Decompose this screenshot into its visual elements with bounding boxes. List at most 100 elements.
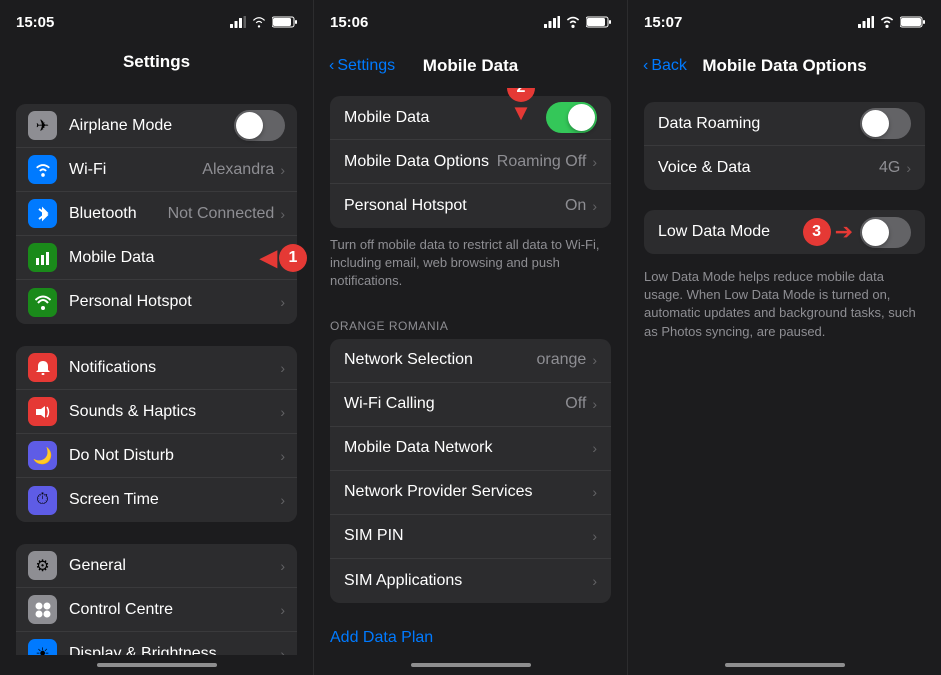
displaybrightness-item[interactable]: ☀ Display & Brightness › xyxy=(16,632,297,655)
mobile-data-label: Mobile Data xyxy=(69,249,240,267)
controlcentre-chevron: › xyxy=(280,602,285,618)
personal-hotspot-2-item[interactable]: Personal Hotspot On › xyxy=(330,184,611,228)
general-item[interactable]: ⚙ General › xyxy=(16,544,297,588)
panel3: 15:07 ‹ Back Mobile Da xyxy=(628,0,941,675)
notifications-icon xyxy=(28,353,57,382)
voice-data-chevron: › xyxy=(906,160,911,176)
controlcentre-item[interactable]: Control Centre › xyxy=(16,588,297,632)
arrow3-wrapper: 3 ➔ xyxy=(860,217,911,248)
notifications-group: Notifications › Sounds & Haptics › 🌙 Do … xyxy=(16,346,297,522)
status-icons-1 xyxy=(230,16,297,28)
wifi-icon-item xyxy=(28,155,57,184)
controlcentre-label: Control Centre xyxy=(69,601,280,619)
sim-pin-item[interactable]: SIM PIN › xyxy=(330,515,611,559)
screentime-icon: ⏱ xyxy=(28,486,57,515)
battery-icon-3 xyxy=(900,16,925,28)
screen-title-1: Settings xyxy=(0,44,313,82)
back-chevron-2: ‹ xyxy=(329,57,334,75)
bluetooth-icon xyxy=(28,199,57,228)
wifi-value: Alexandra xyxy=(202,161,274,179)
data-roaming-toggle[interactable] xyxy=(860,108,911,139)
mobile-data-item[interactable]: Mobile Data ◀ 1 › xyxy=(16,236,297,280)
airplane-mode-item[interactable]: ✈ Airplane Mode xyxy=(16,104,297,148)
bluetooth-label: Bluetooth xyxy=(69,205,168,223)
dnd-item[interactable]: 🌙 Do Not Disturb › xyxy=(16,434,297,478)
sim-applications-chevron: › xyxy=(592,573,597,589)
network-selection-item[interactable]: Network Selection orange › xyxy=(330,339,611,383)
wifi-calling-item[interactable]: Wi-Fi Calling Off › xyxy=(330,383,611,427)
low-data-mode-toggle[interactable] xyxy=(860,217,911,248)
time-2: 15:06 xyxy=(330,14,368,31)
time-3: 15:07 xyxy=(644,14,682,31)
bluetooth-item[interactable]: Bluetooth Not Connected › xyxy=(16,192,297,236)
notifications-label: Notifications xyxy=(69,359,280,377)
screentime-label: Screen Time xyxy=(69,491,280,509)
settings-list-1: ✈ Airplane Mode Wi-Fi Alexandra › Blueto… xyxy=(0,82,313,655)
panel2: 15:06 ‹ Settings Mobil xyxy=(314,0,628,675)
hotspot-icon xyxy=(28,288,57,317)
general-chevron: › xyxy=(280,558,285,574)
notifications-item[interactable]: Notifications › xyxy=(16,346,297,390)
home-indicator-1 xyxy=(0,655,313,675)
status-bar-1: 15:05 xyxy=(0,0,313,44)
network-provider-chevron: › xyxy=(592,484,597,500)
mobile-data-toggle[interactable] xyxy=(546,102,597,133)
low-data-group: Low Data Mode 3 ➔ xyxy=(644,210,925,254)
mobile-data-options-value: Roaming Off xyxy=(497,153,587,171)
airplane-toggle[interactable] xyxy=(234,110,285,141)
mobile-data-toggle-item[interactable]: Mobile Data 2 ▼ xyxy=(330,96,611,140)
mobile-data-options-chevron: › xyxy=(592,154,597,170)
panel3-scroll: Data Roaming Voice & Data 4G › Low Data … xyxy=(628,88,941,655)
wifi-icon-3 xyxy=(879,16,895,28)
wifi-label: Wi-Fi xyxy=(69,161,202,179)
back-button-3[interactable]: ‹ Back xyxy=(640,57,687,75)
screentime-chevron: › xyxy=(280,492,285,508)
mobile-data-options-item[interactable]: Mobile Data Options Roaming Off › xyxy=(330,140,611,184)
info-text-2: Turn off mobile data to restrict all dat… xyxy=(314,228,627,303)
arrow2-wrapper: 2 ▼ xyxy=(546,102,597,133)
bluetooth-chevron: › xyxy=(280,206,285,222)
signal-icon-2 xyxy=(544,16,560,28)
nav-title-3: Mobile Data Options xyxy=(702,56,866,76)
mobile-data-network-chevron: › xyxy=(592,440,597,456)
controlcentre-icon xyxy=(28,595,57,624)
data-roaming-item[interactable]: Data Roaming xyxy=(644,102,925,146)
p3-group1: Data Roaming Voice & Data 4G › xyxy=(644,102,925,190)
home-indicator-2 xyxy=(314,655,627,675)
signal-icon xyxy=(230,16,246,28)
battery-icon xyxy=(272,16,297,28)
low-data-mode-label: Low Data Mode xyxy=(658,223,860,241)
sounds-label: Sounds & Haptics xyxy=(69,403,280,421)
personal-hotspot-2-label: Personal Hotspot xyxy=(344,197,565,215)
general-icon: ⚙ xyxy=(28,551,57,580)
dnd-icon: 🌙 xyxy=(28,441,57,470)
status-icons-3 xyxy=(858,16,925,28)
add-data-plan[interactable]: Add Data Plan xyxy=(314,617,627,655)
back-button-2[interactable]: ‹ Settings xyxy=(326,57,395,75)
network-selection-label: Network Selection xyxy=(344,351,537,369)
voice-data-item[interactable]: Voice & Data 4G › xyxy=(644,146,925,190)
wifi-item[interactable]: Wi-Fi Alexandra › xyxy=(16,148,297,192)
mobile-data-network-item[interactable]: Mobile Data Network › xyxy=(330,427,611,471)
voice-data-value: 4G xyxy=(879,159,900,177)
home-indicator-3 xyxy=(628,655,941,675)
display-icon: ☀ xyxy=(28,639,57,655)
screentime-item[interactable]: ⏱ Screen Time › xyxy=(16,478,297,522)
network-provider-item[interactable]: Network Provider Services › xyxy=(330,471,611,515)
low-data-mode-item[interactable]: Low Data Mode 3 ➔ xyxy=(644,210,925,254)
sim-applications-item[interactable]: SIM Applications › xyxy=(330,559,611,603)
notifications-chevron: › xyxy=(280,360,285,376)
status-bar-3: 15:07 xyxy=(628,0,941,44)
time-1: 15:05 xyxy=(16,14,54,31)
sim-applications-label: SIM Applications xyxy=(344,572,592,590)
battery-icon-2 xyxy=(586,16,611,28)
general-group: ⚙ General › Control Centre › ☀ Display &… xyxy=(16,544,297,655)
section-label-orange: ORANGE ROMANIA xyxy=(314,303,627,339)
voice-data-label: Voice & Data xyxy=(658,159,879,177)
main-group-2: Mobile Data 2 ▼ Mobile Data Options Roam… xyxy=(330,96,611,228)
sounds-item[interactable]: Sounds & Haptics › xyxy=(16,390,297,434)
display-chevron: › xyxy=(280,646,285,656)
personal-hotspot-item[interactable]: Personal Hotspot › xyxy=(16,280,297,324)
sim-pin-label: SIM PIN xyxy=(344,527,592,545)
bluetooth-value: Not Connected xyxy=(168,205,275,223)
